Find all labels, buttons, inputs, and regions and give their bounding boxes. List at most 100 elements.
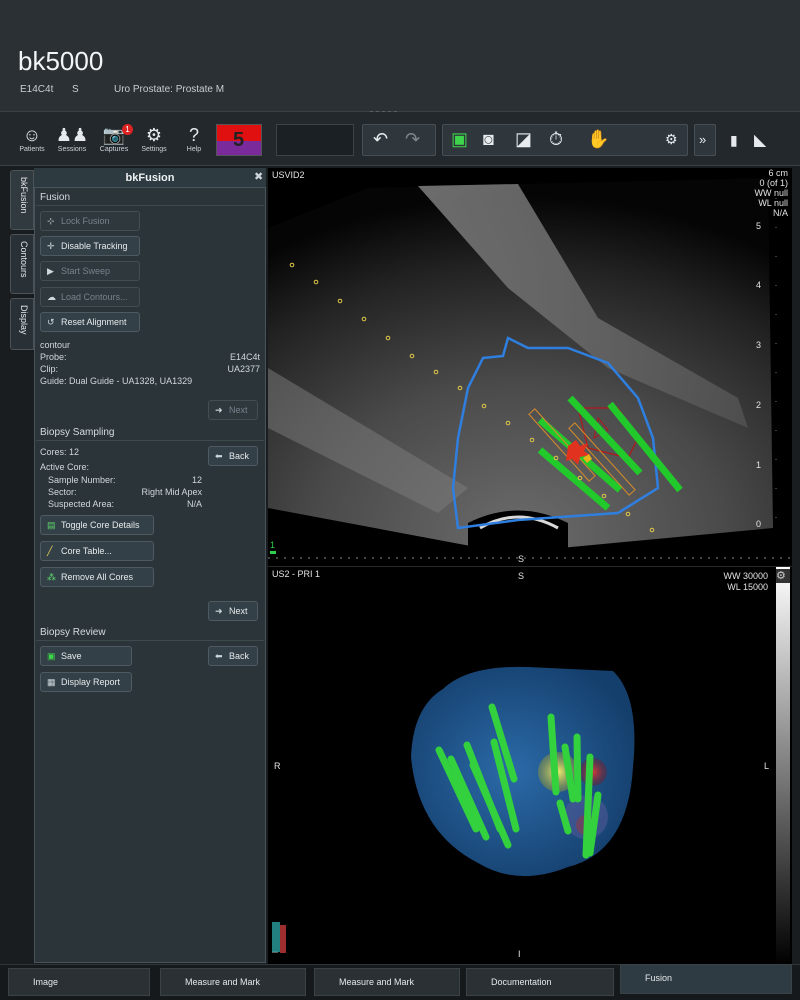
orientation-right: L — [764, 761, 770, 771]
transducer-icon[interactable]: ◣ — [754, 130, 766, 150]
tab-documentation[interactable]: Documentation — [466, 968, 614, 996]
captures-badge: 1 — [122, 124, 133, 135]
depth-scale-0: 0 — [756, 519, 762, 529]
crosshair-icon: ✛ — [47, 241, 55, 251]
redo-icon[interactable]: ↷ — [405, 129, 420, 150]
back-button-2[interactable]: ⬅ Back — [208, 646, 258, 666]
tab-image[interactable]: Image — [8, 968, 150, 996]
wl-readout: WL null — [758, 198, 788, 208]
reset-icon: ↺ — [47, 317, 55, 327]
arrow-right-icon: ➜ — [215, 405, 223, 415]
probe-label: E14C4t — [20, 84, 54, 95]
header-resize-grip[interactable] — [370, 101, 410, 114]
depth-scale-2: 2 — [756, 400, 762, 410]
probe-icon[interactable]: ▮ — [730, 132, 738, 149]
captures-label: Captures — [99, 146, 129, 153]
depth-readout: 6 cm — [768, 168, 788, 178]
sector-value: Right Mid Apex — [141, 487, 202, 497]
tab-display[interactable]: Display — [10, 298, 34, 350]
sample-number-value: 12 — [191, 475, 202, 485]
needle-icon: ╱ — [47, 546, 53, 556]
preset-selector[interactable]: 5 — [216, 124, 262, 156]
disable-tracking-button[interactable]: ✛ Disable Tracking — [40, 236, 140, 256]
captures-button[interactable]: 📷 1 Captures — [94, 124, 134, 158]
sessions-icon: ♟♟ — [55, 125, 89, 145]
reset-alignment-button[interactable]: ↺ Reset Alignment — [40, 312, 140, 332]
patients-button[interactable]: ☺ Patients — [12, 124, 52, 158]
app-title: bk5000 — [18, 46, 104, 76]
load-contours-label: Load Contours... — [61, 292, 128, 302]
preset-number: 5 — [233, 129, 245, 151]
load-contours-button[interactable]: ☁ Load Contours... — [40, 287, 140, 307]
clip-key: Clip: — [40, 364, 59, 374]
fusion-section-header: Fusion — [36, 192, 264, 206]
start-sweep-button[interactable]: ▶ Start Sweep — [40, 261, 140, 281]
study-label: Uro Prostate: Prostate M — [114, 84, 225, 95]
help-button[interactable]: ? Help — [174, 124, 214, 158]
save-label: Save — [61, 651, 82, 661]
lock-fusion-label: Lock Fusion — [61, 216, 110, 226]
remove-all-cores-button[interactable]: ⁂ Remove All Cores — [40, 567, 154, 587]
ultrasound-image — [268, 178, 792, 566]
toggle-core-details-label: Toggle Core Details — [61, 520, 140, 530]
save-icon: ▣ — [47, 651, 56, 661]
tab-measure-and-mark-1[interactable]: Measure and Mark — [160, 968, 306, 996]
view-label: USVID2 — [272, 170, 305, 180]
top-marker-s: S — [518, 554, 525, 564]
hand-icon[interactable]: ✋ — [587, 129, 609, 150]
frame-readout: 0 (of 1) — [759, 178, 788, 188]
back-button-1[interactable]: ⬅ Back — [208, 446, 258, 466]
active-core-label: Active Core: — [40, 462, 90, 472]
next-label-2: Next — [229, 606, 248, 616]
save-icon[interactable]: ▣ — [451, 129, 468, 150]
help-label: Help — [186, 146, 202, 153]
tab-bkfusion[interactable]: bkFusion — [10, 170, 34, 230]
biopsy-sampling-header: Biopsy Sampling — [36, 427, 264, 441]
next-button-2[interactable]: ➜ Next — [208, 601, 258, 621]
app-header — [0, 0, 800, 112]
core-details-icon: ▤ — [47, 520, 56, 530]
toggle-core-details-button[interactable]: ▤ Toggle Core Details — [40, 515, 154, 535]
3d-render-viewport[interactable]: US2 - PRI 1 S WW 30000 WL 15000 R L I ⚙ — [268, 566, 792, 964]
patients-icon: ☺ — [22, 125, 42, 145]
timer-icon[interactable]: ⏱ — [549, 129, 563, 150]
undo-icon[interactable]: ↶ — [373, 129, 388, 150]
snapshot-icon[interactable]: ◙ — [483, 129, 494, 150]
arrow-left-icon: ⬅ — [215, 651, 223, 661]
help-icon: ? — [188, 125, 199, 145]
contour-title: contour — [40, 340, 71, 350]
settings-small-icon[interactable]: ⚙ — [665, 131, 678, 148]
tab-contours-label: Contours — [19, 241, 29, 278]
undo-redo-group: ↶ ↷ — [362, 124, 436, 156]
patients-label: Patients — [19, 146, 45, 153]
orientation-bottom: I — [518, 949, 521, 959]
tab-contours[interactable]: Contours — [10, 234, 34, 294]
tab-measure-and-mark-2[interactable]: Measure and Mark — [314, 968, 460, 996]
save-button[interactable]: ▣ Save — [40, 646, 132, 666]
preset-code: S — [72, 84, 79, 95]
settings-button[interactable]: ⚙ Settings — [134, 124, 174, 158]
depth-scale-4: 4 — [756, 280, 762, 290]
close-icon[interactable]: ✖ — [254, 170, 263, 183]
back-label-1: Back — [229, 451, 250, 461]
reset-alignment-label: Reset Alignment — [61, 317, 127, 327]
record-icon[interactable]: ◪ — [515, 129, 532, 150]
probe-value: E14C4t — [229, 352, 260, 362]
next-button-1[interactable]: ➜ Next — [208, 400, 258, 420]
toolbar-empty-slot — [276, 124, 354, 156]
image-tools-group: ▣ ◙ ◪ ⏱ ✋ ⚙ — [442, 124, 688, 156]
tab-fusion[interactable]: Fusion — [620, 964, 792, 994]
ultrasound-viewport[interactable]: USVID2 6 cm 0 (of 1) WW null WL null N/A… — [268, 168, 792, 566]
settings-gear-icon[interactable]: ⚙ — [776, 569, 790, 583]
tab-bkfusion-label: bkFusion — [19, 177, 29, 214]
clip-value: UA2377 — [227, 364, 260, 374]
display-report-button[interactable]: ▦ Display Report — [40, 672, 132, 692]
expand-button[interactable]: » — [694, 124, 716, 156]
core-table-label: Core Table... — [61, 546, 112, 556]
sessions-label: Sessions — [57, 146, 87, 153]
gear-icon: ⚙ — [145, 125, 163, 145]
next-label-1: Next — [229, 405, 248, 415]
core-table-button[interactable]: ╱ Core Table... — [40, 541, 154, 561]
sessions-button[interactable]: ♟♟ Sessions — [52, 124, 92, 158]
lock-fusion-button[interactable]: ⊹ Lock Fusion — [40, 211, 140, 231]
